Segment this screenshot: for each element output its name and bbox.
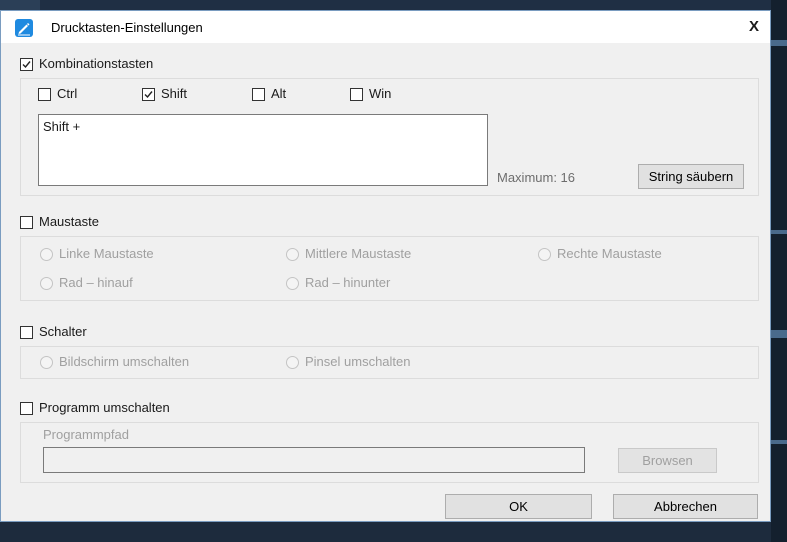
- alt-checkbox[interactable]: [252, 88, 265, 101]
- clear-string-button[interactable]: String säubern: [638, 164, 744, 189]
- wheel-down-label: Rad – hinunter: [305, 275, 391, 290]
- desktop-background-bottom: [0, 522, 787, 542]
- program-path-field[interactable]: [43, 447, 585, 473]
- maximum-label: Maximum: 16: [497, 170, 576, 185]
- switch-program-checkbox[interactable]: [20, 402, 33, 415]
- win-checkbox[interactable]: [350, 88, 363, 101]
- switch-program-label: Programm umschalten: [39, 400, 170, 415]
- ctrl-label: Ctrl: [57, 86, 78, 101]
- wheel-up-label: Rad – hinauf: [59, 275, 133, 290]
- mouse-button-checkbox[interactable]: [20, 216, 33, 229]
- switch-label: Schalter: [39, 324, 87, 339]
- ok-button[interactable]: OK: [445, 494, 592, 519]
- middle-mouse-radio[interactable]: [286, 248, 299, 261]
- check-icon: [144, 91, 153, 99]
- shift-label: Shift: [161, 86, 188, 101]
- alt-label: Alt: [271, 86, 287, 101]
- key-combination-field[interactable]: Shift +: [38, 114, 488, 186]
- check-icon: [22, 61, 31, 69]
- switch-checkbox[interactable]: [20, 326, 33, 339]
- program-path-label: Programmpfad: [43, 427, 129, 442]
- wheel-up-radio[interactable]: [40, 277, 53, 290]
- wheel-down-radio[interactable]: [286, 277, 299, 290]
- left-mouse-label: Linke Maustaste: [59, 246, 154, 261]
- combination-keys-label: Kombinationstasten: [39, 56, 154, 71]
- ctrl-checkbox[interactable]: [38, 88, 51, 101]
- combination-keys-checkbox[interactable]: [20, 58, 33, 71]
- settings-dialog: Drucktasten-Einstellungen X Kombinations…: [0, 10, 771, 522]
- close-button[interactable]: X: [738, 14, 770, 40]
- toggle-brush-radio[interactable]: [286, 356, 299, 369]
- title-bar: Drucktasten-Einstellungen X: [1, 11, 770, 43]
- toggle-screen-radio[interactable]: [40, 356, 53, 369]
- window-title: Drucktasten-Einstellungen: [51, 20, 203, 35]
- right-mouse-label: Rechte Maustaste: [557, 246, 662, 261]
- middle-mouse-label: Mittlere Maustaste: [305, 246, 412, 261]
- pen-icon: [15, 19, 33, 37]
- win-label: Win: [369, 86, 392, 101]
- shift-checkbox[interactable]: [142, 88, 155, 101]
- cancel-button[interactable]: Abbrechen: [613, 494, 758, 519]
- browse-button[interactable]: Browsen: [618, 448, 717, 473]
- toggle-brush-label: Pinsel umschalten: [305, 354, 411, 369]
- right-mouse-radio[interactable]: [538, 248, 551, 261]
- mouse-button-label: Maustaste: [39, 214, 99, 229]
- left-mouse-radio[interactable]: [40, 248, 53, 261]
- toggle-screen-label: Bildschirm umschalten: [59, 354, 190, 369]
- desktop-background-right: [771, 0, 787, 542]
